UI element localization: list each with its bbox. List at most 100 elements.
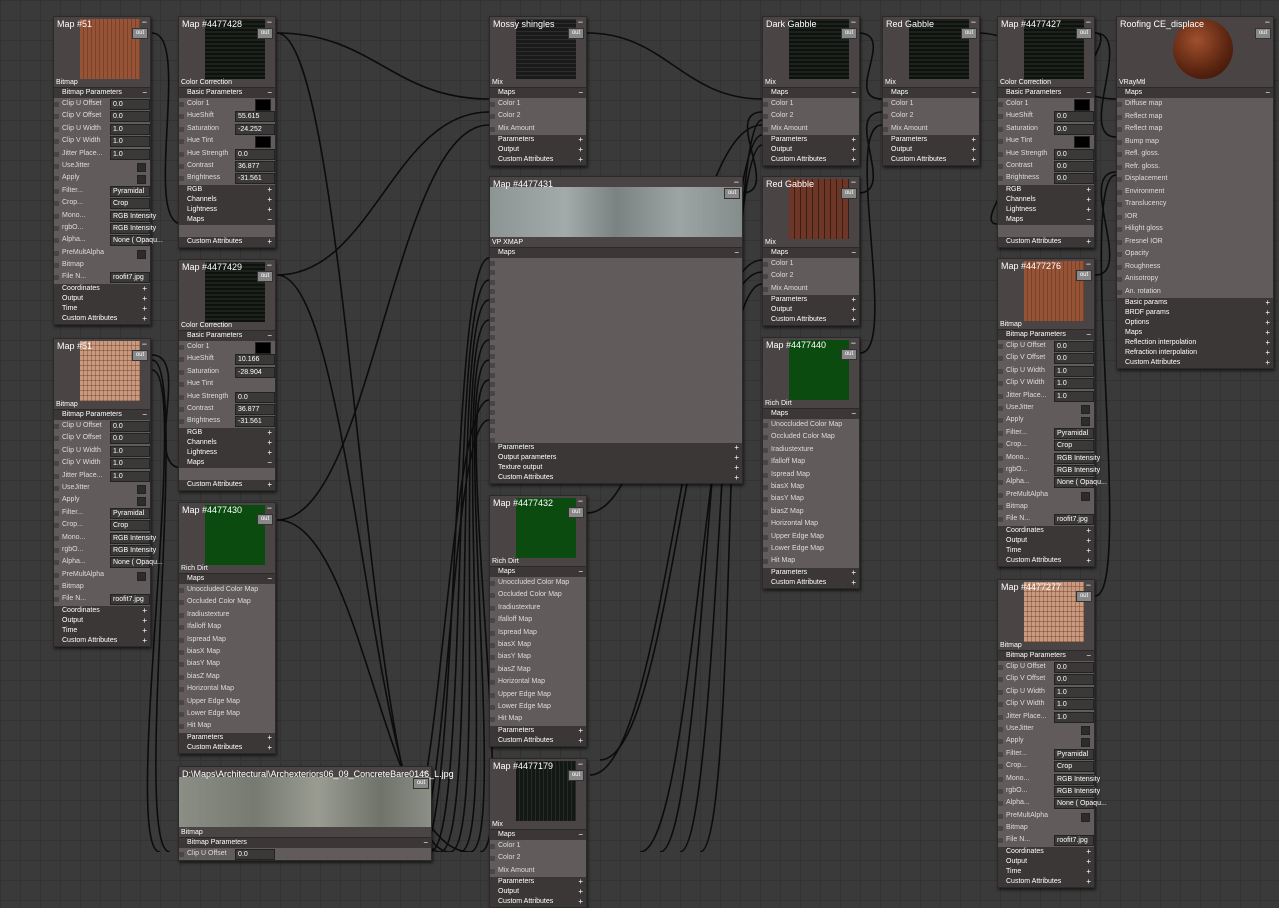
- parameter-row[interactable]: Lower Edge Map: [490, 701, 586, 713]
- collapse-icon[interactable]: −: [1086, 259, 1091, 269]
- input-socket[interactable]: [179, 699, 184, 705]
- parameter-row[interactable]: Clip U Offset 0.0: [54, 98, 150, 110]
- section-header[interactable]: Maps −: [490, 88, 586, 98]
- color-swatch[interactable]: [255, 136, 271, 149]
- node-header[interactable]: D:\Maps\Architectural\Archexteriors06_09…: [179, 767, 454, 838]
- output-socket[interactable]: out: [132, 350, 148, 361]
- parameter-row[interactable]: UseJitter: [998, 402, 1094, 414]
- input-socket[interactable]: [1117, 139, 1122, 145]
- section-header[interactable]: Time +: [54, 625, 150, 636]
- input-socket[interactable]: [763, 102, 768, 107]
- expand-icon[interactable]: +: [1086, 185, 1091, 195]
- parameter-row[interactable]: rgbO... RGB Intensity: [54, 544, 156, 556]
- expand-icon[interactable]: +: [578, 145, 583, 155]
- parameter-row[interactable]: UseJitter: [54, 482, 150, 494]
- section-header[interactable]: Custom Attributes +: [763, 155, 859, 166]
- section-header[interactable]: Channels +: [998, 194, 1094, 205]
- section-header[interactable]: Parameters +: [490, 443, 742, 453]
- input-socket[interactable]: [490, 270, 495, 276]
- input-socket[interactable]: [883, 126, 888, 132]
- input-socket[interactable]: [1117, 239, 1122, 245]
- input-socket[interactable]: [763, 522, 768, 528]
- parameter-value-field[interactable]: 0.0: [1054, 160, 1094, 172]
- collapse-icon[interactable]: −: [142, 410, 147, 420]
- output-socket[interactable]: out: [1076, 591, 1092, 602]
- section-header[interactable]: Parameters +: [763, 135, 859, 146]
- section-header[interactable]: BRDF params +: [1117, 308, 1273, 318]
- expand-icon[interactable]: +: [267, 480, 272, 490]
- section-header[interactable]: Options +: [1117, 318, 1273, 328]
- input-socket[interactable]: [179, 687, 184, 693]
- parameter-value-field[interactable]: None ( Opaqu...: [110, 557, 163, 569]
- parameter-row[interactable]: Environment: [1117, 186, 1273, 199]
- parameter-value-field[interactable]: 0.0: [110, 111, 150, 123]
- input-socket[interactable]: [490, 704, 495, 710]
- collapse-icon[interactable]: −: [1265, 17, 1270, 27]
- input-socket[interactable]: [179, 852, 184, 857]
- input-socket[interactable]: [490, 363, 495, 369]
- node-map51b[interactable]: Map #51− out Bitmap Bitmap Parameters − Clip …: [53, 338, 163, 647]
- output-socket[interactable]: out: [1255, 28, 1271, 39]
- parameter-row[interactable]: File N... roofit7.jpg: [998, 834, 1094, 847]
- expand-icon[interactable]: +: [578, 135, 583, 145]
- expand-icon[interactable]: +: [1265, 348, 1270, 358]
- parameter-row[interactable]: Mix Amount: [883, 123, 979, 135]
- parameter-value-field[interactable]: Crop: [1054, 761, 1094, 773]
- section-header[interactable]: RGB +: [179, 427, 275, 438]
- parameter-row[interactable]: Alpha... None ( Opaqu...: [998, 476, 1107, 489]
- parameter-value-field[interactable]: RGB Intensity: [1054, 464, 1100, 476]
- parameter-checkbox[interactable]: [137, 497, 146, 507]
- input-socket[interactable]: [179, 163, 184, 169]
- collapse-icon[interactable]: −: [971, 17, 976, 27]
- input-socket[interactable]: [998, 126, 1003, 132]
- collapse-icon[interactable]: −: [1086, 330, 1091, 340]
- input-socket[interactable]: [998, 163, 1003, 169]
- collapse-icon[interactable]: −: [851, 248, 856, 258]
- parameter-row[interactable]: biasX Map: [490, 639, 586, 651]
- input-socket[interactable]: [1117, 102, 1122, 107]
- parameter-row[interactable]: Crop... Crop: [54, 197, 150, 210]
- parameter-row[interactable]: PreMultAlpha: [998, 489, 1094, 501]
- parameter-row[interactable]: Contrast 36.877: [179, 403, 275, 415]
- input-socket[interactable]: [179, 139, 184, 145]
- input-socket[interactable]: [1117, 214, 1122, 220]
- input-socket[interactable]: [490, 680, 495, 686]
- input-socket[interactable]: [490, 844, 495, 849]
- parameter-row[interactable]: Color 1: [998, 98, 1094, 111]
- input-socket[interactable]: [179, 625, 184, 631]
- parameter-row[interactable]: Horizontal Map: [179, 683, 275, 695]
- input-socket[interactable]: [763, 484, 768, 490]
- section-header[interactable]: Parameters +: [763, 567, 859, 578]
- parameter-row[interactable]: biasY Map: [179, 658, 275, 670]
- input-socket[interactable]: [490, 316, 495, 322]
- node-map51a[interactable]: Map #51− out Bitmap Bitmap Parameters − Clip …: [53, 16, 163, 325]
- parameter-row[interactable]: File N... roofit7.jpg: [998, 513, 1094, 526]
- parameter-value-field[interactable]: 0.0: [1054, 173, 1094, 185]
- parameter-value-field[interactable]: 0.0: [1054, 123, 1094, 135]
- input-socket[interactable]: [490, 288, 495, 294]
- parameter-row[interactable]: Bitmap: [998, 822, 1094, 834]
- parameter-row[interactable]: biasX Map: [763, 481, 859, 493]
- input-socket[interactable]: [490, 642, 495, 648]
- parameter-value-field[interactable]: 0.0: [235, 148, 275, 160]
- parameter-value-field[interactable]: RGB Intensity: [1054, 773, 1100, 785]
- expand-icon[interactable]: +: [1086, 536, 1091, 546]
- section-header[interactable]: Custom Attributes +: [490, 155, 586, 166]
- expand-icon[interactable]: +: [1086, 877, 1091, 887]
- parameter-row[interactable]: Color 1: [763, 98, 859, 110]
- section-header[interactable]: Output +: [998, 856, 1094, 867]
- collapse-icon[interactable]: −: [578, 17, 583, 27]
- input-socket[interactable]: [998, 405, 1003, 411]
- parameter-value-field[interactable]: roofit7.jpg: [1054, 835, 1094, 847]
- parameter-row[interactable]: Unoccluded Color Map: [763, 419, 859, 431]
- parameter-row[interactable]: Fresnel IOR: [1117, 236, 1273, 249]
- input-socket[interactable]: [54, 535, 59, 541]
- node-header[interactable]: Map #4477432 − out Rich Dirt: [490, 496, 586, 567]
- input-socket[interactable]: [179, 102, 184, 107]
- parameter-value-field[interactable]: None ( Opaqu...: [1054, 477, 1107, 489]
- parameter-row[interactable]: HueShift 55.615: [179, 110, 275, 123]
- expand-icon[interactable]: +: [1086, 556, 1091, 566]
- input-socket[interactable]: [763, 497, 768, 503]
- parameter-row[interactable]: Clip U Width 1.0: [54, 123, 150, 135]
- parameter-value-field[interactable]: 10.166: [235, 354, 275, 366]
